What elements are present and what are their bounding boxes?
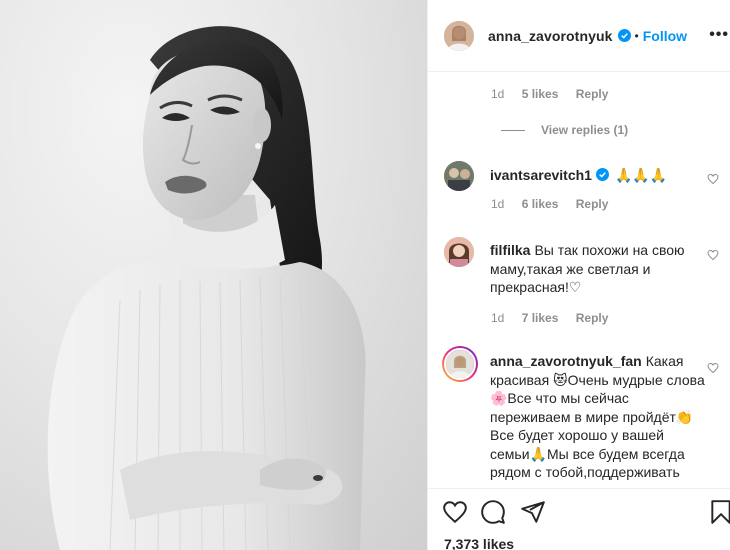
share-direct-icon[interactable]: [520, 499, 546, 525]
comment-age: 1d: [491, 197, 505, 211]
comment-meta: 1d 5 likes Reply: [491, 87, 622, 101]
comment-text: anna_zavorotnyuk_fan Какая красивая 😻Очен…: [490, 352, 705, 482]
post-likes-count[interactable]: 7,373 likes: [444, 536, 514, 550]
follow-button[interactable]: Follow: [643, 28, 687, 44]
view-replies-label: View replies (1): [541, 123, 629, 137]
comment-likes[interactable]: 7 likes: [522, 311, 559, 325]
commenter-avatar[interactable]: [444, 237, 474, 267]
comment-username[interactable]: ivantsarevitch1: [490, 167, 592, 183]
post-details-panel: anna_zavorotnyuk • Follow ••• 1d 5 likes…: [427, 0, 730, 550]
comment-username[interactable]: filfilka: [490, 242, 530, 258]
portrait-image: [47, 26, 366, 550]
comment-age: 1d: [491, 311, 505, 325]
comment-content: 🙏🙏🙏: [614, 167, 668, 183]
verified-badge-icon: [617, 29, 631, 42]
verified-badge-icon: [595, 168, 609, 181]
comment-meta: 1d 6 likes Reply: [491, 197, 622, 211]
like-comment-heart-icon[interactable]: [707, 249, 719, 261]
comment-likes[interactable]: 5 likes: [522, 87, 559, 101]
comment-age: 1d: [491, 87, 505, 101]
reply-button[interactable]: Reply: [576, 311, 609, 325]
reply-button[interactable]: Reply: [576, 197, 609, 211]
comment-username[interactable]: anna_zavorotnyuk_fan: [490, 353, 642, 369]
comment-icon[interactable]: [480, 499, 506, 525]
comment-likes[interactable]: 6 likes: [522, 197, 559, 211]
comment-meta: 1d 7 likes Reply: [491, 311, 622, 325]
commenter-avatar[interactable]: [442, 346, 478, 382]
replies-divider: [501, 129, 525, 131]
view-replies-button[interactable]: View replies (1): [501, 123, 628, 137]
like-comment-heart-icon[interactable]: [707, 173, 719, 185]
comment-text: filfilka Вы так похожи на свою маму,такая…: [490, 241, 705, 297]
post-photo[interactable]: [0, 0, 427, 550]
comments-list[interactable]: 1d 5 likes Reply View replies (1) ivants…: [428, 73, 730, 488]
commenter-avatar[interactable]: [444, 161, 474, 191]
separator-dot: •: [634, 28, 639, 43]
like-heart-icon[interactable]: [442, 499, 468, 525]
comment-text: ivantsarevitch1 🙏🙏🙏: [490, 166, 705, 185]
comment-content: Какая красивая 😻Очень мудрые слова🌸Все ч…: [490, 353, 705, 480]
like-comment-heart-icon[interactable]: [707, 362, 719, 374]
save-bookmark-icon[interactable]: [708, 499, 730, 525]
author-avatar[interactable]: [444, 20, 474, 51]
post-header: anna_zavorotnyuk • Follow •••: [428, 0, 730, 72]
more-options-icon[interactable]: •••: [709, 26, 729, 44]
author-username[interactable]: anna_zavorotnyuk: [488, 28, 613, 44]
reply-button[interactable]: Reply: [576, 87, 609, 101]
